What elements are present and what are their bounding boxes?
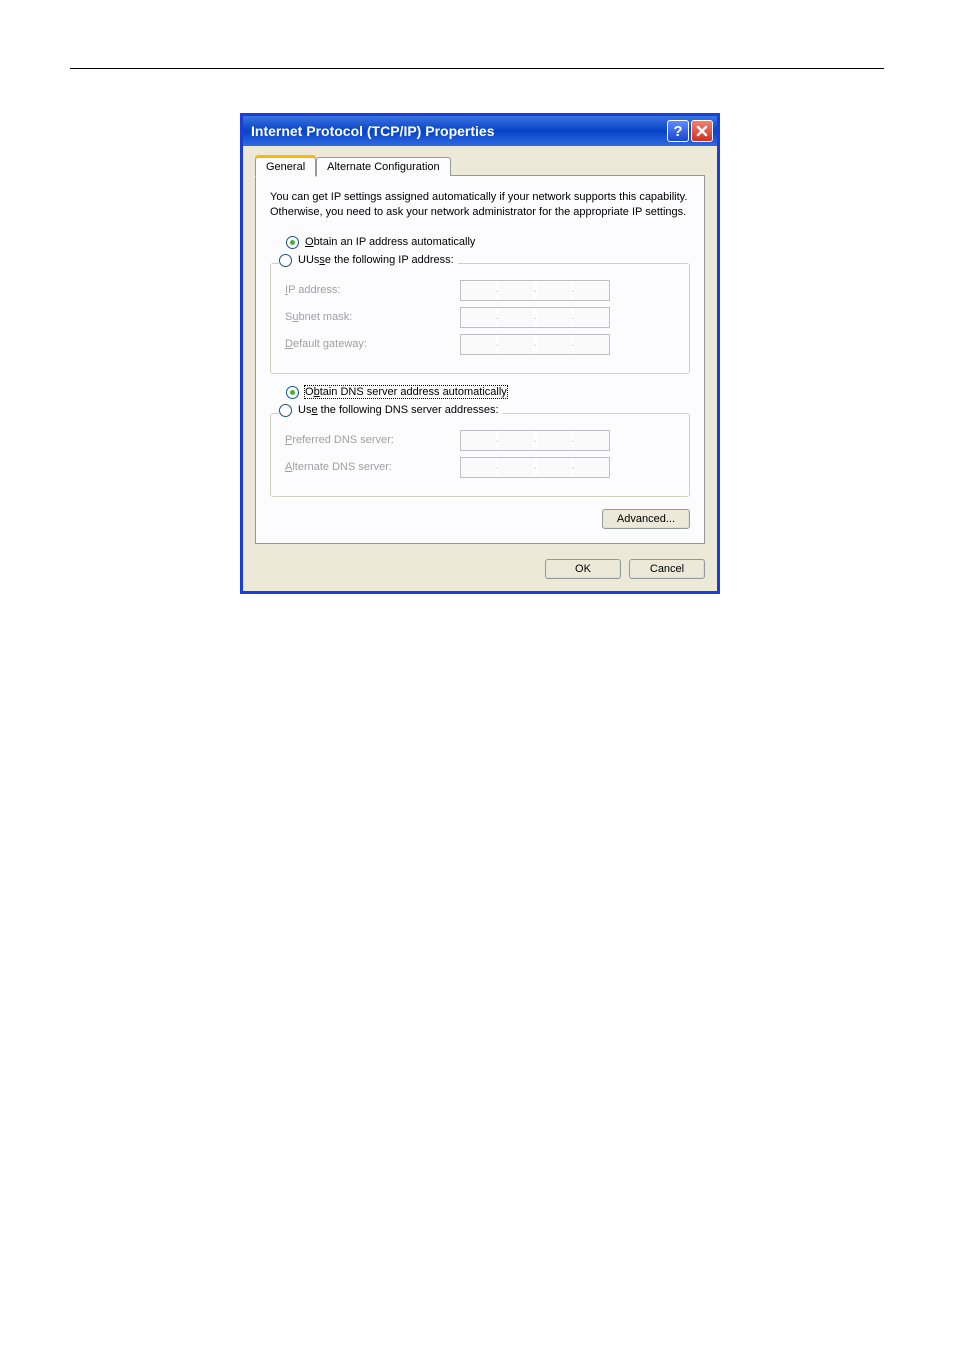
ip-address-row: IP address: ... (285, 280, 675, 301)
default-gateway-label: Default gateway: (285, 338, 460, 350)
tcp-ip-properties-dialog: Internet Protocol (TCP/IP) Properties ? … (240, 113, 720, 594)
help-button[interactable]: ? (667, 120, 689, 142)
subnet-mask-row: Subnet mask: ... (285, 307, 675, 328)
cancel-button[interactable]: Cancel (629, 559, 705, 579)
radio-obtain-dns-auto[interactable]: Obtain DNS server address automatically (286, 386, 690, 399)
close-button[interactable] (691, 120, 713, 142)
radio-icon (286, 236, 299, 249)
description-text: You can get IP settings assigned automat… (270, 190, 690, 220)
alternate-dns-label: Alternate DNS server: (285, 461, 460, 473)
subnet-mask-label: Subnet mask: (285, 311, 460, 323)
preferred-dns-row: Preferred DNS server: ... (285, 430, 675, 451)
radio-use-following-ip[interactable]: UUsse the following IP address:e the fol… (279, 254, 458, 267)
radio-label: UUsse the following IP address:e the fol… (298, 254, 454, 266)
radio-icon (279, 254, 292, 267)
ip-address-group: UUsse the following IP address:e the fol… (270, 263, 690, 374)
tab-alternate-configuration[interactable]: Alternate Configuration (316, 157, 451, 176)
dialog-footer: OK Cancel (255, 559, 705, 579)
ok-button[interactable]: OK (545, 559, 621, 579)
tab-strip: General Alternate Configuration (255, 156, 705, 176)
preferred-dns-input[interactable]: ... (460, 430, 610, 451)
subnet-mask-input[interactable]: ... (460, 307, 610, 328)
titlebar-text: Internet Protocol (TCP/IP) Properties (251, 123, 665, 139)
advanced-button[interactable]: Advanced... (602, 509, 690, 529)
dialog-body: General Alternate Configuration You can … (243, 146, 717, 591)
ip-address-label: IP address: (285, 284, 460, 296)
ip-address-input[interactable]: ... (460, 280, 610, 301)
close-icon (696, 125, 708, 137)
default-gateway-row: Default gateway: ... (285, 334, 675, 355)
alternate-dns-row: Alternate DNS server: ... (285, 457, 675, 478)
radio-obtain-ip-auto[interactable]: Obtain an IP address automatically (286, 236, 690, 249)
radio-label: Use the following DNS server addresses: (298, 404, 499, 416)
tab-panel-general: You can get IP settings assigned automat… (255, 175, 705, 544)
radio-icon (279, 404, 292, 417)
dns-group: Use the following DNS server addresses: … (270, 413, 690, 497)
default-gateway-input[interactable]: ... (460, 334, 610, 355)
alternate-dns-input[interactable]: ... (460, 457, 610, 478)
radio-label: Obtain an IP address automatically (305, 236, 475, 248)
tab-general[interactable]: General (255, 157, 316, 177)
advanced-row: Advanced... (270, 509, 690, 529)
titlebar[interactable]: Internet Protocol (TCP/IP) Properties ? (243, 116, 717, 146)
radio-icon (286, 386, 299, 399)
radio-use-following-dns[interactable]: Use the following DNS server addresses: (279, 404, 503, 417)
preferred-dns-label: Preferred DNS server: (285, 434, 460, 446)
radio-label: Obtain DNS server address automatically (305, 386, 507, 398)
page-horizontal-rule (70, 68, 884, 69)
